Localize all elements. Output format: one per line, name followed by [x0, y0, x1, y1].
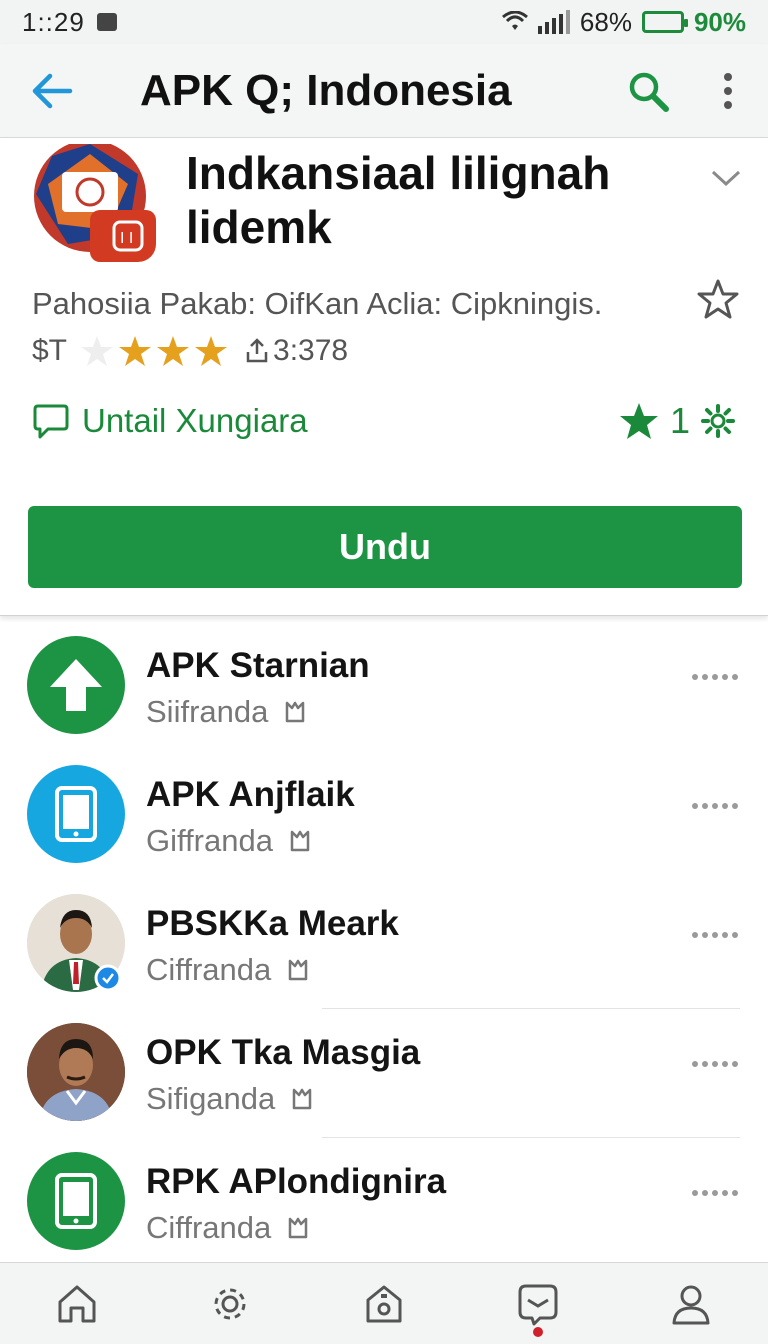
settings-icon	[214, 1288, 246, 1319]
bottom-nav	[0, 1262, 768, 1344]
more-options-button[interactable]	[692, 1061, 738, 1067]
app-icon: I I	[28, 144, 156, 262]
list-item[interactable]: APK Anjflaik Giffranda	[0, 751, 768, 880]
wifi-icon	[501, 11, 528, 30]
avatar	[27, 1152, 125, 1250]
tag-icon	[288, 1217, 308, 1239]
list-item[interactable]: OPK Tka Masgia Sifiganda	[0, 1009, 768, 1138]
page-title: APK Q; Indonesia	[140, 65, 512, 115]
list-item-subtitle-text: Giffranda	[146, 823, 273, 858]
star-filled-icon	[119, 336, 152, 366]
search-icon	[629, 72, 669, 112]
avatar	[27, 765, 125, 863]
status-right: 68% 90%	[501, 6, 746, 38]
more-options-button[interactable]	[692, 803, 738, 809]
nav-store[interactable]	[344, 1269, 424, 1339]
battery-pct: 90%	[693, 6, 746, 37]
avatar	[27, 636, 125, 734]
star-filled-icon	[195, 336, 228, 366]
list-item-subtitle-text: Ciffranda	[146, 1210, 272, 1245]
tablet-icon	[55, 786, 97, 842]
developer-line[interactable]: Pahosiia Pakab: OifKan Aclia: Cipkningis…	[32, 286, 602, 322]
nav-home[interactable]	[37, 1269, 117, 1339]
favorite-button[interactable]	[696, 278, 740, 327]
signal-icon	[537, 10, 570, 34]
app-bar: APK Q; Indonesia	[0, 44, 768, 138]
upload-arrow-icon	[50, 659, 102, 711]
more-options-button[interactable]	[692, 674, 738, 680]
more-vert-icon	[724, 72, 732, 109]
list-item-title: RPK APlondignira	[146, 1162, 447, 1201]
gear-icon[interactable]	[700, 403, 736, 439]
person-photo	[27, 1023, 125, 1121]
tablet-icon	[55, 1173, 97, 1229]
list-item-subtitle-text: Ciffranda	[146, 952, 272, 987]
back-button[interactable]	[0, 44, 104, 138]
arrow-left-icon	[32, 73, 73, 108]
search-button[interactable]	[608, 44, 688, 138]
list-item-subtitle: Siifranda	[146, 694, 306, 730]
tag-icon	[293, 1088, 312, 1110]
status-time: 1::29	[22, 6, 85, 37]
related-apps-list: APK Starnian Siifranda APK Anjflaik Giff…	[0, 622, 768, 1262]
svg-text:I I: I I	[120, 230, 133, 247]
star-filled-icon	[619, 403, 658, 439]
home-icon	[58, 1285, 96, 1322]
rating-row: $T 3:378	[32, 334, 348, 368]
inbox-icon	[518, 1284, 558, 1325]
star-filled-icon	[157, 336, 190, 366]
list-item-subtitle-text: Siifranda	[146, 694, 269, 729]
list-item[interactable]: PBSKKa Meark Ciffranda	[0, 880, 768, 1009]
chevron-down-icon	[711, 170, 741, 187]
star-outline-icon	[697, 279, 739, 319]
screen: 1::29 68% 90% APK Q; Indonesia I I Indka…	[0, 0, 768, 1344]
nav-settings[interactable]	[190, 1269, 270, 1339]
app-card: I I Indkansiaal lilignah lidemk Pahosiia…	[0, 138, 768, 616]
notification-icon	[96, 13, 117, 31]
app-name: Indkansiaal lilignah lidemk	[186, 147, 611, 253]
list-item-title: APK Starnian	[146, 646, 370, 685]
more-menu-button[interactable]	[688, 44, 768, 138]
active-indicator	[532, 1326, 543, 1337]
list-item-subtitle: Giffranda	[146, 823, 311, 859]
rating-stars	[79, 334, 229, 368]
expand-button[interactable]	[710, 168, 742, 193]
star-empty-icon	[81, 336, 114, 366]
feature-count: 1	[669, 400, 690, 441]
download-icon	[246, 338, 268, 363]
avatar	[27, 1023, 125, 1121]
more-options-button[interactable]	[692, 1190, 738, 1196]
more-options-button[interactable]	[692, 932, 738, 938]
list-item-title: PBSKKa Meark	[146, 904, 399, 943]
app-logo-icon: I I	[28, 144, 156, 262]
tag-icon	[288, 959, 308, 981]
list-item-title: APK Anjflaik	[146, 775, 355, 814]
feature-stats: 1	[618, 400, 736, 442]
profile-icon	[672, 1285, 710, 1324]
battery-icon	[641, 11, 688, 33]
feature-row: Untail Xungiara 1	[32, 400, 736, 442]
download-count-value: 3:378	[273, 334, 349, 367]
install-button[interactable]: Undu	[28, 506, 742, 588]
verified-badge-icon	[94, 964, 122, 992]
tag-icon	[286, 701, 305, 723]
list-item-subtitle: Ciffranda	[146, 1210, 309, 1246]
list-item-subtitle: Ciffranda	[146, 952, 309, 988]
list-item-subtitle-text: Sifiganda	[146, 1081, 276, 1116]
list-item-subtitle: Sifiganda	[146, 1081, 313, 1117]
chat-bubble-icon	[33, 404, 69, 439]
store-icon	[366, 1285, 402, 1322]
download-count: 3:378	[245, 334, 348, 368]
nav-profile[interactable]	[651, 1269, 731, 1339]
list-item[interactable]: RPK APlondignira Ciffranda	[0, 1138, 768, 1267]
tag-icon	[290, 830, 310, 852]
list-item-title: OPK Tka Masgia	[146, 1033, 421, 1072]
status-signal-pct: 68%	[579, 6, 632, 37]
list-item[interactable]: APK Starnian Siifranda	[0, 622, 768, 751]
feature-link[interactable]: Untail Xungiara	[82, 402, 308, 440]
nav-inbox[interactable]	[498, 1269, 578, 1339]
status-bar: 1::29 68% 90%	[0, 0, 768, 44]
price-prefix: $T	[32, 334, 68, 367]
